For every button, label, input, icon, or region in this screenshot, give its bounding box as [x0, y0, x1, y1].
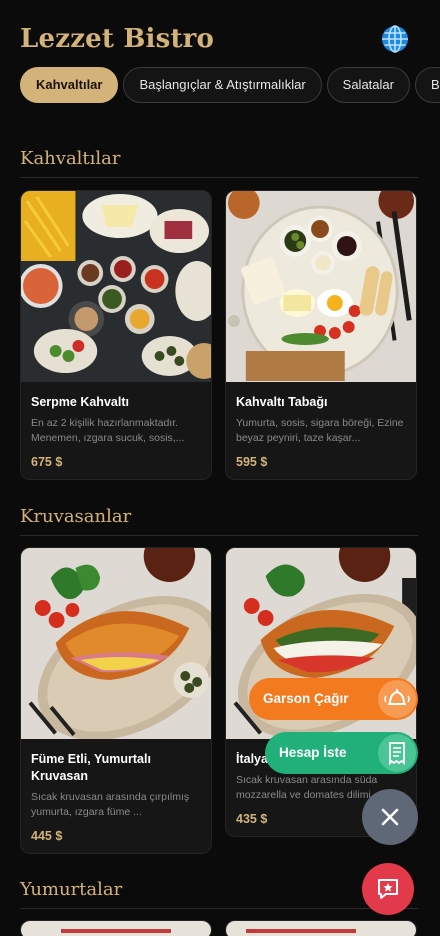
- dish-photo: [226, 191, 416, 382]
- category-tabs: Kahvaltılar Başlangıçlar & Atıştırmalıkla…: [20, 67, 440, 103]
- call-waiter-label: Garson Çağır: [263, 691, 349, 706]
- dish-photo: [21, 548, 211, 739]
- tab-kahvaltilar[interactable]: Kahvaltılar: [20, 67, 119, 103]
- menu-item-card[interactable]: [20, 920, 212, 936]
- dish-photo: [226, 921, 416, 936]
- item-price: 595 $: [236, 455, 268, 469]
- dish-photo: [21, 921, 211, 936]
- globe-icon[interactable]: [380, 24, 410, 54]
- item-name: Füme Etli, Yumurtalı Kruvasan: [31, 752, 151, 783]
- header: Lezzet Bistro Kahvaltılar Başlangıçlar & …: [0, 0, 440, 120]
- dish-photo: [21, 191, 211, 382]
- receipt-icon: [378, 734, 416, 772]
- menu-item-card[interactable]: Kahvaltı Tabağı Yumurta, sosis, sigara b…: [225, 190, 417, 480]
- request-bill-label: Hesap İste: [279, 745, 347, 760]
- menu-item-card[interactable]: Serpme Kahvaltı En az 2 kişilik hazırlan…: [20, 190, 212, 480]
- chat-star-icon: [378, 879, 398, 899]
- menu-item-card[interactable]: Füme Etli, Yumurtalı Kruvasan Sıcak kruv…: [20, 547, 212, 854]
- close-menu-button[interactable]: [362, 789, 418, 845]
- item-name: Serpme Kahvaltı: [31, 395, 129, 409]
- restaurant-title: Lezzet Bistro: [20, 24, 215, 54]
- tab-salatalar[interactable]: Salatalar: [326, 67, 410, 103]
- section-divider: [20, 908, 418, 909]
- section-title-yumurtalar: Yumurtalar: [20, 879, 123, 900]
- call-waiter-button[interactable]: Garson Çağır: [249, 678, 418, 720]
- section-divider: [20, 535, 418, 536]
- section-divider: [20, 177, 418, 178]
- item-description: En az 2 kişilik hazırlanmaktadır. Meneme…: [31, 417, 185, 444]
- item-description: Sıcak kruvasan arasında çırpılmış yumurt…: [31, 791, 190, 818]
- feedback-button[interactable]: [362, 863, 414, 915]
- request-bill-button[interactable]: Hesap İste: [265, 732, 418, 774]
- section-title-kruvasanlar: Kruvasanlar: [20, 506, 132, 527]
- section-title-kahvaltilar: Kahvaltılar: [20, 148, 121, 169]
- item-price: 445 $: [31, 829, 63, 843]
- item-description: Yumurta, sosis, sigara böreği, Ezine bey…: [236, 417, 404, 444]
- item-name: Kahvaltı Tabağı: [236, 395, 328, 409]
- menu-item-card[interactable]: [225, 920, 417, 936]
- item-price: 675 $: [31, 455, 63, 469]
- tab-baslangiclar[interactable]: Başlangıçlar & Atıştırmalıklar: [123, 67, 322, 103]
- close-icon: [381, 808, 399, 826]
- tab-next[interactable]: B: [414, 67, 440, 103]
- bell-icon: [378, 680, 416, 718]
